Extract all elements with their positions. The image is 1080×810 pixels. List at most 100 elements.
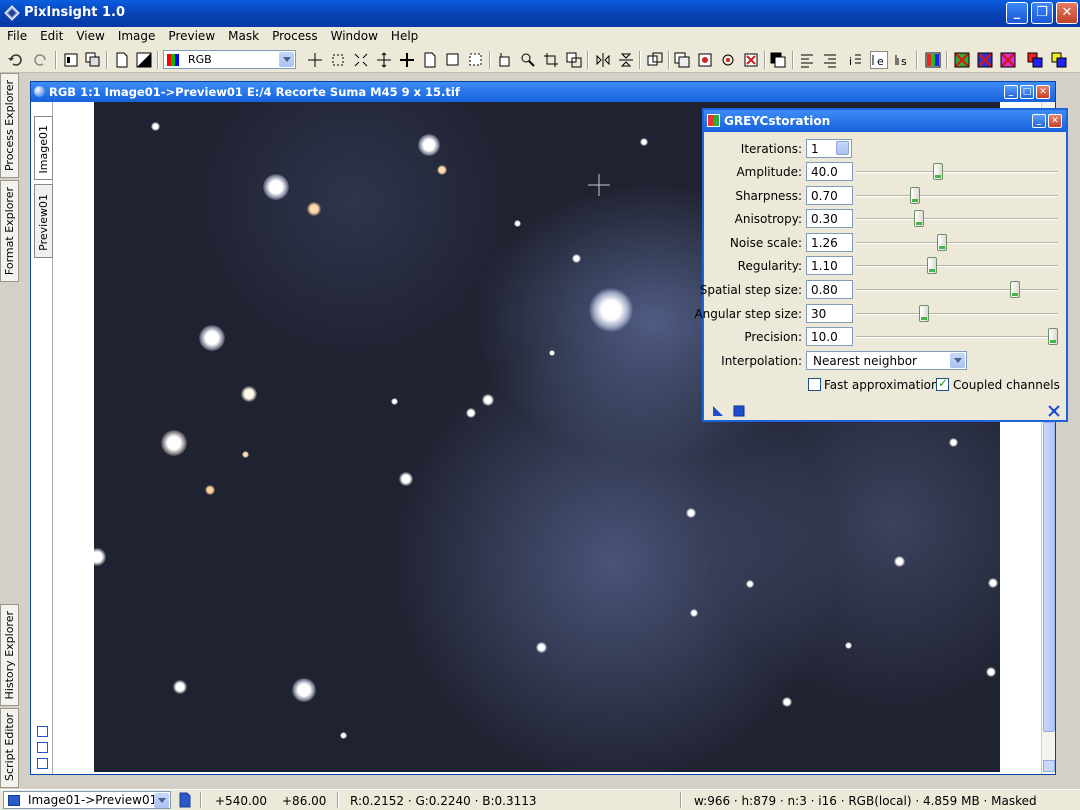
- interpolation-select[interactable]: Nearest neighbor: [806, 351, 967, 370]
- slider-handle[interactable]: [919, 304, 929, 322]
- slider-handle[interactable]: [1010, 281, 1020, 298]
- move-icon[interactable]: [398, 51, 416, 69]
- zoom-in-icon[interactable]: [352, 51, 370, 69]
- param-slider[interactable]: [856, 233, 1058, 252]
- image-minimize-button[interactable]: _: [1004, 85, 1018, 99]
- chevron-down-icon[interactable]: [279, 52, 294, 67]
- menu-edit[interactable]: Edit: [33, 27, 69, 43]
- channel-luminance-icon[interactable]: [1050, 51, 1068, 69]
- param-slider[interactable]: [856, 280, 1058, 299]
- zoom-fit-icon[interactable]: [329, 51, 347, 69]
- duplicate-icon[interactable]: [84, 51, 102, 69]
- resample-icon[interactable]: [565, 51, 583, 69]
- tab-image01[interactable]: Image01: [34, 116, 53, 180]
- tab-process-explorer[interactable]: Process Explorer: [0, 73, 19, 178]
- clone-icon[interactable]: [646, 51, 664, 69]
- menu-mask[interactable]: Mask: [221, 27, 265, 43]
- apply-global-icon[interactable]: [733, 405, 745, 417]
- statistics-icon[interactable]: e: [870, 51, 888, 69]
- mask-select-icon[interactable]: [696, 51, 714, 69]
- tab-preview01[interactable]: Preview01: [34, 184, 53, 258]
- invert-icon[interactable]: [135, 51, 153, 69]
- menu-view[interactable]: View: [69, 27, 110, 43]
- rotate-icon[interactable]: [496, 51, 514, 69]
- reset-icon[interactable]: [1048, 405, 1060, 417]
- param-slider[interactable]: [856, 256, 1058, 275]
- pan-icon[interactable]: [375, 51, 393, 69]
- view-option-icon[interactable]: [37, 742, 48, 753]
- param-value-field[interactable]: 1.26: [806, 232, 853, 252]
- edit-preview-icon[interactable]: [444, 51, 462, 69]
- histogram-icon[interactable]: s: [893, 51, 911, 69]
- mirror-horizontal-icon[interactable]: [594, 51, 612, 69]
- chevron-down-icon[interactable]: [154, 793, 169, 808]
- slider-handle[interactable]: [914, 210, 924, 228]
- document-icon[interactable]: [177, 792, 193, 808]
- menu-image[interactable]: Image: [111, 27, 162, 43]
- param-slider[interactable]: [856, 209, 1058, 228]
- dialog-close-button[interactable]: ✕: [1048, 114, 1062, 128]
- color-space-select[interactable]: RGB: [163, 50, 296, 69]
- view-option-icon[interactable]: [37, 726, 48, 737]
- image-maximize-button[interactable]: □: [1020, 85, 1034, 99]
- channel-red-icon[interactable]: [953, 51, 971, 69]
- tab-history-explorer[interactable]: History Explorer: [0, 604, 19, 706]
- undo-icon[interactable]: [6, 51, 24, 69]
- param-value-field[interactable]: 0.70: [806, 185, 853, 205]
- minimize-button[interactable]: _: [1006, 2, 1028, 24]
- image-info-icon[interactable]: [62, 51, 80, 69]
- param-value-field[interactable]: 0.80: [806, 280, 853, 299]
- param-value-field[interactable]: 10.0: [806, 327, 853, 347]
- crosshair-icon[interactable]: [306, 51, 324, 69]
- mirror-vertical-icon[interactable]: [617, 51, 635, 69]
- menu-file[interactable]: File: [0, 27, 33, 43]
- view-option-icon[interactable]: [37, 758, 48, 769]
- align-right-icon[interactable]: [821, 51, 839, 69]
- param-value-field[interactable]: 1.10: [806, 256, 853, 276]
- chevron-down-icon[interactable]: [950, 353, 965, 368]
- menu-process[interactable]: Process: [265, 27, 324, 43]
- channel-blue-icon[interactable]: [999, 51, 1017, 69]
- crop-icon[interactable]: [542, 51, 560, 69]
- param-slider[interactable]: [856, 327, 1058, 346]
- slider-handle[interactable]: [910, 186, 920, 204]
- select-preview-icon[interactable]: [467, 51, 485, 69]
- scrollbar-thumb[interactable]: [1043, 422, 1055, 732]
- menu-preview[interactable]: Preview: [161, 27, 221, 43]
- new-preview-icon[interactable]: [421, 51, 439, 69]
- maximize-button[interactable]: ❐: [1031, 2, 1053, 24]
- redo-icon[interactable]: [32, 51, 50, 69]
- view-selector[interactable]: Image01->Preview01: [3, 791, 171, 809]
- dialog-title-bar[interactable]: GREYCstoration _ ✕: [704, 110, 1066, 132]
- align-left-icon[interactable]: [798, 51, 816, 69]
- slider-handle[interactable]: [937, 233, 947, 251]
- iterations-spin-arrows-icon[interactable]: [836, 141, 849, 155]
- mask-new-icon[interactable]: [673, 51, 691, 69]
- image-close-button[interactable]: ✕: [1036, 85, 1050, 99]
- channel-green-icon[interactable]: [976, 51, 994, 69]
- scroll-down-button[interactable]: [1043, 760, 1055, 772]
- slider-handle[interactable]: [933, 163, 943, 180]
- channel-composite-icon[interactable]: [1026, 51, 1044, 69]
- color-channels-icon[interactable]: [924, 51, 942, 69]
- info-icon[interactable]: i: [846, 51, 864, 69]
- param-value-field[interactable]: 0.30: [806, 209, 853, 229]
- dialog-minimize-button[interactable]: _: [1032, 114, 1046, 128]
- param-value-field[interactable]: 40.0: [806, 162, 853, 181]
- magnify-icon[interactable]: [519, 51, 537, 69]
- tab-format-explorer[interactable]: Format Explorer: [0, 180, 19, 282]
- menu-window[interactable]: Window: [324, 27, 384, 43]
- mask-invert-icon[interactable]: [769, 51, 787, 69]
- param-slider[interactable]: [856, 162, 1058, 181]
- param-value-field[interactable]: 30: [806, 303, 853, 323]
- mask-show-icon[interactable]: [719, 51, 737, 69]
- mask-remove-icon[interactable]: [742, 51, 760, 69]
- new-document-icon[interactable]: [113, 51, 131, 69]
- image-window-title-bar[interactable]: RGB 1:1 Image01->Preview01 E:/4 Recorte …: [31, 82, 1055, 102]
- slider-handle[interactable]: [1048, 328, 1058, 346]
- coupled-channels-checkbox[interactable]: [936, 376, 949, 391]
- menu-help[interactable]: Help: [384, 27, 424, 43]
- fast-approximation-checkbox[interactable]: [808, 378, 821, 391]
- param-slider[interactable]: [856, 186, 1058, 205]
- param-slider[interactable]: [856, 304, 1058, 323]
